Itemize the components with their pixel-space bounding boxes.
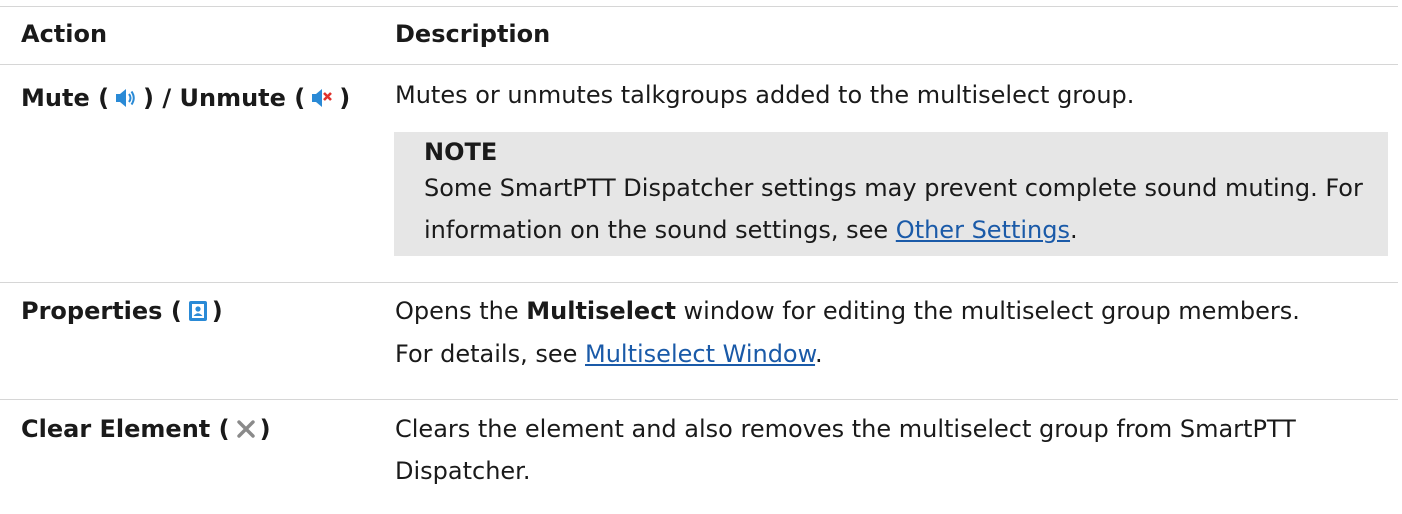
desc-text: . (815, 340, 823, 368)
description-mute-unmute: Mutes or unmutes talkgroups added to the… (395, 81, 1135, 109)
contact-card-icon (188, 300, 208, 322)
action-label-clear-close: ) (259, 415, 271, 443)
description-properties-line-2: For details, see Multiselect Window. (395, 336, 823, 372)
row-rule-2 (0, 399, 1398, 400)
note-line-2: information on the sound settings, see O… (424, 212, 1078, 248)
speaker-icon (115, 87, 137, 109)
action-label-close: ) (339, 84, 351, 112)
action-label-properties: Properties ( (21, 297, 182, 325)
speaker-muted-icon (311, 87, 333, 109)
note-line-2-period: . (1070, 216, 1078, 244)
desc-text: window for editing the multiselect group… (675, 297, 1300, 325)
description-clear-line-2: Dispatcher. (395, 457, 531, 485)
multiselect-window-link[interactable]: Multiselect Window (585, 340, 815, 368)
column-header-description: Description (395, 20, 551, 48)
column-header-action: Action (21, 20, 108, 48)
action-clear-element: Clear Element ( ) (21, 411, 271, 447)
row-rule-1 (0, 282, 1398, 283)
description-clear-line-1: Clears the element and also removes the … (395, 415, 1296, 443)
action-label-clear: Clear Element ( (21, 415, 230, 443)
desc-text: For details, see (395, 340, 586, 368)
action-label-mute: Mute ( (21, 84, 110, 112)
close-x-icon (236, 419, 256, 439)
description-properties-line-1: Opens the Multiselect window for editing… (395, 293, 1300, 329)
table-top-rule (0, 6, 1398, 7)
desc-text: Opens the (395, 297, 527, 325)
action-label-properties-close: ) (211, 297, 223, 325)
action-properties: Properties ( ) (21, 293, 223, 329)
action-mute-unmute: Mute ( ) / Unmute ( ) (21, 80, 350, 116)
other-settings-link[interactable]: Other Settings (896, 216, 1070, 244)
multiselect-window-name: Multiselect (526, 297, 676, 325)
note-title: NOTE (424, 138, 498, 166)
note-box: NOTE Some SmartPTT Dispatcher settings m… (394, 132, 1388, 256)
action-label-unmute: ) / Unmute ( (143, 84, 306, 112)
header-rule (0, 64, 1398, 65)
note-line-1: Some SmartPTT Dispatcher settings may pr… (424, 174, 1363, 202)
note-line-2-text: information on the sound settings, see (424, 216, 896, 244)
